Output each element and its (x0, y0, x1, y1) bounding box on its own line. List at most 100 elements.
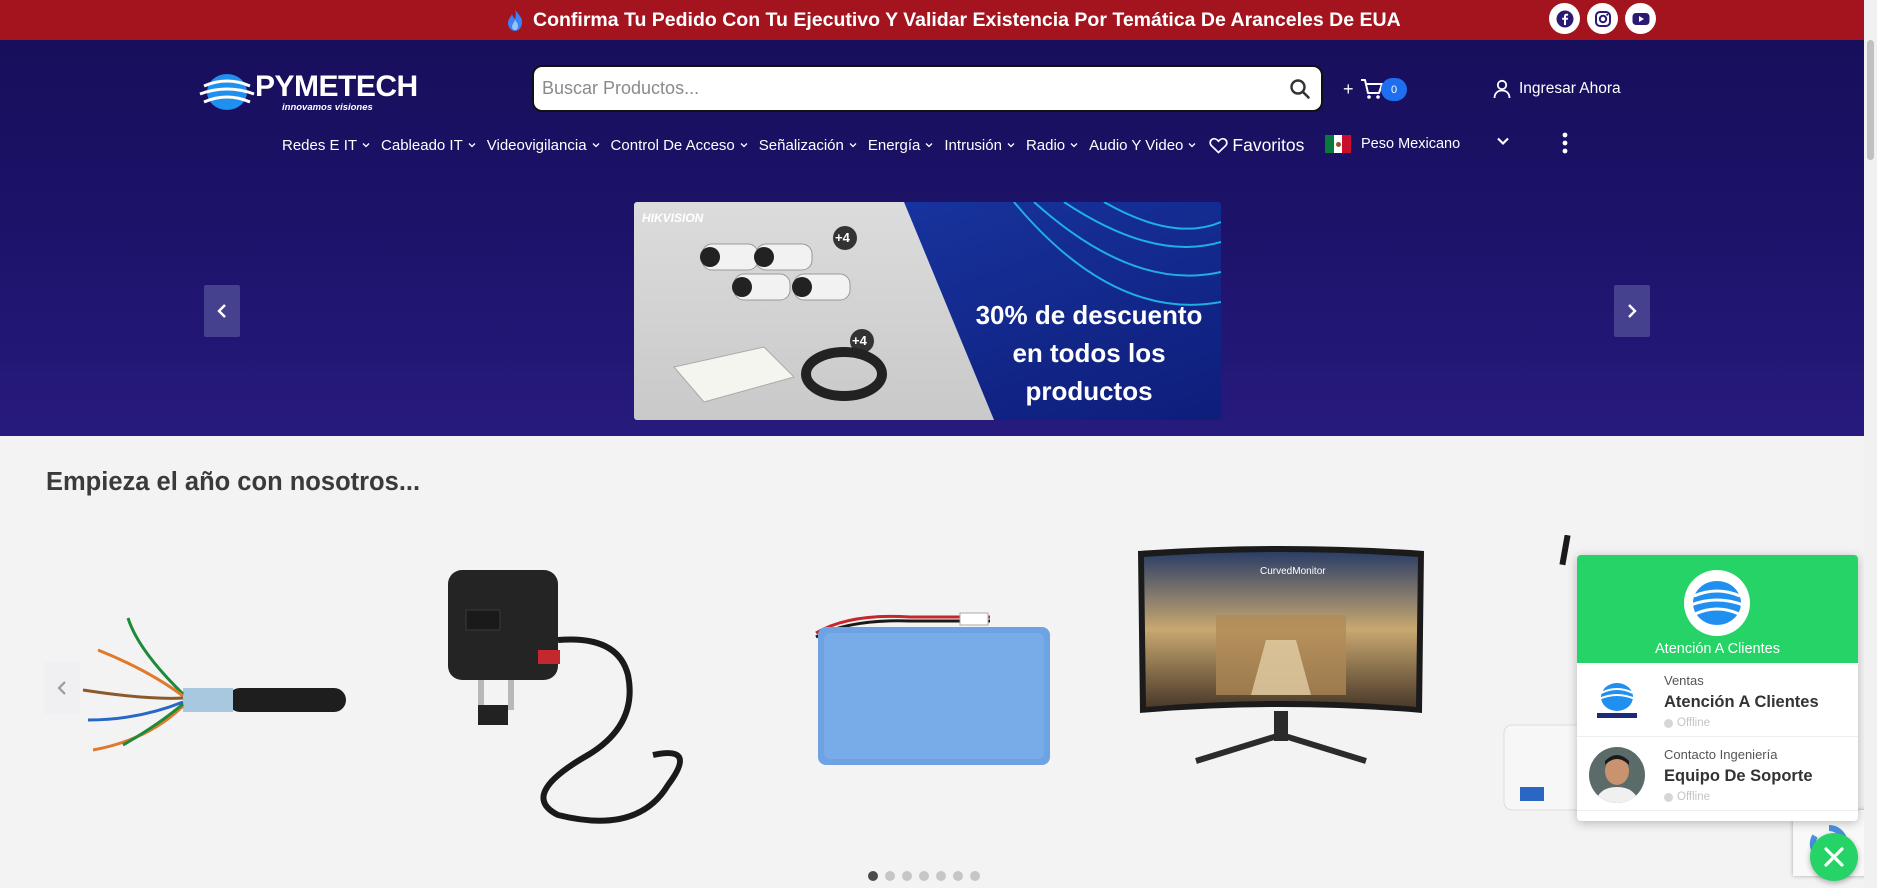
curved-monitor-product[interactable]: CurvedMonitor (1136, 545, 1426, 767)
globe-logo-icon (199, 74, 255, 110)
cart-icon (1360, 79, 1383, 99)
logo-text: PYMETECH (255, 70, 418, 103)
chevron-left-icon (217, 304, 226, 318)
chevron-down-icon (1188, 143, 1196, 148)
banner-badge-bottom: +4 (852, 333, 867, 348)
pagination-dot[interactable] (936, 871, 946, 881)
nav-label: Cableado IT (381, 136, 463, 154)
nav-label: Radio (1025, 136, 1066, 154)
battery-product[interactable] (810, 605, 1055, 765)
chevron-left-icon (57, 681, 66, 695)
agent-status: Offline (1664, 791, 1710, 803)
chat-close-button[interactable] (1810, 833, 1858, 881)
chat-agent-soporte[interactable]: Contacto Ingeniería Equipo De Soporte Of… (1577, 737, 1858, 811)
nav-label: Videovigilancia (486, 136, 587, 154)
router-product[interactable] (1502, 535, 1582, 815)
currency-selector[interactable]: Peso Mexicano (1325, 130, 1460, 158)
page-scrollbar[interactable] (1864, 0, 1877, 888)
banner-badge-top: +4 (835, 230, 850, 245)
nav-item-redes[interactable]: Redes E IT (282, 137, 371, 154)
mexico-flag-icon (1325, 135, 1352, 153)
monitor-label: CurvedMonitor (1260, 566, 1326, 577)
banner-brand: HIKVISION (642, 211, 704, 225)
nav-item-cableado[interactable]: Cableado IT (381, 137, 477, 154)
flame-icon (508, 9, 522, 31)
nav-label: Audio Y Video (1089, 136, 1184, 154)
agent-role: Ventas (1664, 673, 1704, 688)
slider-prev-button[interactable] (204, 285, 240, 337)
nav-item-senalizacion[interactable]: Señalización (759, 137, 858, 154)
avatar (1589, 673, 1645, 729)
nav-item-intrusion[interactable]: Intrusión (944, 137, 1016, 154)
heart-icon (1209, 137, 1229, 154)
chevron-down-icon[interactable] (1494, 132, 1512, 150)
youtube-icon[interactable] (1625, 3, 1656, 34)
cart-button[interactable]: + 0 (1343, 76, 1407, 102)
scrollbar-thumb[interactable] (1867, 40, 1874, 160)
banner-line-3: productos (1025, 376, 1153, 406)
nav-label: Energía (867, 136, 921, 154)
banner-headline: 30% de descuento en todos los productos (954, 296, 1221, 410)
site-header: PYMETECH innovamos visiones + 0 Ingresar… (0, 40, 1877, 436)
close-icon (1824, 847, 1844, 867)
carousel-prev-button[interactable] (44, 662, 80, 714)
login-link[interactable]: Ingresar Ahora (1493, 76, 1621, 102)
pagination-dot[interactable] (885, 871, 895, 881)
agent-name: Atención A Clientes (1664, 693, 1819, 711)
login-label: Ingresar Ahora (1519, 80, 1621, 97)
chevron-down-icon (468, 143, 476, 148)
search-bar (532, 65, 1323, 112)
announcement-bar: Confirma Tu Pedido Con Tu Ejecutivo Y Va… (0, 0, 1877, 40)
pagination-dot[interactable] (902, 871, 912, 881)
slider-next-button[interactable] (1614, 285, 1650, 337)
site-logo[interactable]: PYMETECH innovamos visiones (198, 68, 438, 118)
nav-label: Control De Acceso (610, 136, 735, 154)
pagination-dot[interactable] (919, 871, 929, 881)
logo-tagline: innovamos visiones (282, 102, 373, 113)
chevron-right-icon (1628, 304, 1637, 318)
monitor-image (1138, 546, 1424, 764)
chat-logo-avatar (1684, 570, 1750, 636)
search-icon[interactable] (1289, 78, 1311, 100)
agent-status: Offline (1664, 717, 1710, 729)
carousel-pagination (868, 871, 980, 881)
status-dot-icon (1664, 718, 1673, 728)
nav-label: Señalización (758, 136, 844, 154)
nav-item-energia[interactable]: Energía (868, 137, 935, 154)
chevron-down-icon (592, 143, 600, 148)
pagination-dot[interactable] (970, 871, 980, 881)
facebook-icon[interactable] (1549, 3, 1580, 34)
pagination-dot[interactable] (868, 871, 878, 881)
section-title: Empieza el año con nosotros... (46, 468, 421, 496)
nav-item-videovigilancia[interactable]: Videovigilancia (487, 137, 601, 154)
nav-item-audio-video[interactable]: Audio Y Video (1089, 137, 1197, 154)
promo-banner[interactable]: HIKVISION +4 +4 30% de descuento en todo… (634, 202, 1221, 420)
nav-label: Intrusión (944, 136, 1002, 154)
more-options-icon[interactable] (1557, 130, 1573, 156)
announcement: Confirma Tu Pedido Con Tu Ejecutivo Y Va… (505, 0, 1401, 40)
favorites-link[interactable]: Favoritos (1209, 135, 1304, 156)
nav-item-control-acceso[interactable]: Control De Acceso (611, 137, 749, 154)
status-label: Offline (1677, 791, 1711, 803)
pagination-dot[interactable] (953, 871, 963, 881)
instagram-icon[interactable] (1587, 3, 1618, 34)
announcement-text: Confirma Tu Pedido Con Tu Ejecutivo Y Va… (533, 8, 1401, 31)
nav-item-radio[interactable]: Radio (1026, 137, 1079, 154)
status-dot-icon (1664, 792, 1673, 802)
status-label: Offline (1677, 717, 1711, 729)
user-icon (1493, 79, 1511, 99)
power-adapter-product[interactable] (438, 565, 713, 830)
agent-name: Equipo De Soporte (1664, 767, 1813, 785)
avatar (1589, 747, 1645, 803)
currency-label: Peso Mexicano (1361, 136, 1461, 152)
chevron-down-icon (362, 143, 370, 148)
chevron-down-icon (849, 143, 857, 148)
agent-role: Contacto Ingeniería (1664, 747, 1778, 762)
person-photo-icon (1589, 747, 1645, 803)
cart-count-badge: 0 (1381, 78, 1407, 101)
search-input[interactable] (542, 67, 1262, 110)
chevron-down-icon (740, 143, 748, 148)
cable-utp-product[interactable] (78, 610, 350, 760)
banner-line-2: en todos los (1012, 338, 1166, 368)
chat-agent-ventas[interactable]: Ventas Atención A Clientes Offline (1577, 663, 1858, 737)
